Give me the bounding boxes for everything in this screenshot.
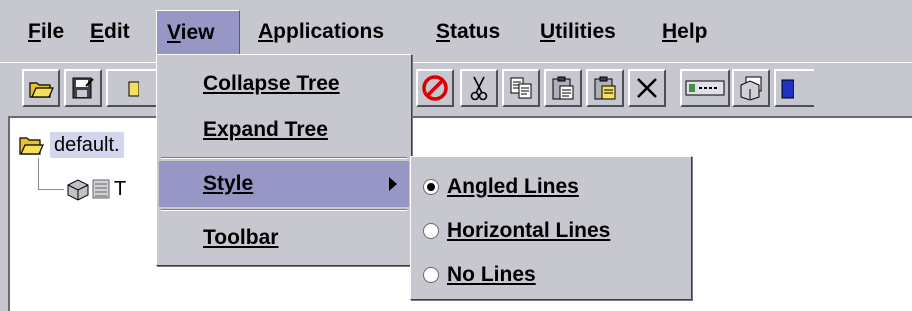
- style-submenu: Angled Lines Horizontal Lines No Lines: [410, 156, 692, 300]
- menu-file[interactable]: File: [18, 10, 74, 54]
- menu-file-label: ile: [40, 20, 65, 43]
- menu-item-toolbar[interactable]: Toolbar: [159, 215, 409, 261]
- menu-applications-label: pplications: [273, 20, 385, 43]
- copy-icon: [510, 77, 532, 99]
- menu-help-label: elp: [677, 20, 708, 43]
- menu-bar: File Edit View Applications Status Utili…: [0, 0, 912, 62]
- stop-icon: [422, 75, 448, 101]
- radio-unchecked-icon: [423, 267, 439, 283]
- menu-help-mnemonic: H: [662, 20, 678, 43]
- paste-special-icon: [594, 76, 616, 100]
- menu-status-mnemonic: S: [436, 20, 451, 43]
- menu-applications-mnemonic: A: [258, 20, 274, 43]
- open-button[interactable]: [22, 69, 60, 107]
- menu-utilities[interactable]: Utilities: [530, 10, 626, 54]
- submenu-arrow-icon: [389, 177, 397, 191]
- menu-item-collapse-tree[interactable]: Collapse Tree: [159, 61, 409, 107]
- submenu-item-horizontal-lines-label: Horizontal Lines: [447, 219, 611, 242]
- menu-file-mnemonic: F: [28, 20, 41, 43]
- submenu-item-horizontal-lines[interactable]: Horizontal Lines: [423, 209, 610, 253]
- save-icon: [72, 77, 94, 99]
- menu-view-mnemonic: V: [167, 21, 181, 44]
- menu-edit[interactable]: Edit: [80, 10, 140, 54]
- hidden-toolbar-button[interactable]: [106, 69, 158, 107]
- menu-applications[interactable]: Applications: [248, 10, 394, 54]
- paste-special-button[interactable]: [586, 69, 624, 107]
- cut-button[interactable]: [460, 69, 498, 107]
- delete-button[interactable]: [628, 69, 666, 107]
- copy-button[interactable]: [502, 69, 540, 107]
- device-icon: [685, 80, 725, 96]
- tree-connector-horizontal: [38, 189, 64, 190]
- menu-separator: [161, 209, 407, 211]
- tree-child-node[interactable]: T: [64, 176, 126, 202]
- menu-view[interactable]: View: [156, 10, 240, 54]
- tree-connector-vertical: [38, 158, 39, 190]
- menu-edit-label: dit: [104, 20, 130, 43]
- open-folder-icon: [19, 137, 44, 155]
- partial-folder-icon: [128, 81, 139, 97]
- toolbar: [0, 62, 912, 112]
- menu-view-label: iew: [180, 21, 215, 44]
- menu-utilities-mnemonic: U: [540, 20, 556, 43]
- device-button[interactable]: [680, 69, 730, 107]
- submenu-item-angled-lines[interactable]: Angled Lines: [423, 165, 579, 209]
- properties-icon: [740, 76, 762, 101]
- menu-edit-mnemonic: E: [90, 20, 105, 43]
- paste-button[interactable]: [544, 69, 582, 107]
- network-device-icon: [67, 179, 89, 201]
- clipped-toolbar-button[interactable]: [774, 69, 814, 107]
- view-menu-dropdown: Collapse Tree Expand Tree Style Toolbar: [156, 54, 412, 266]
- partial-blue-icon: [781, 79, 794, 99]
- save-button[interactable]: [64, 69, 102, 107]
- list-icon: [92, 179, 110, 199]
- radio-checked-icon: [423, 179, 439, 195]
- stop-button[interactable]: [416, 69, 454, 107]
- menu-utilities-label: tilities: [555, 20, 616, 43]
- properties-button[interactable]: [732, 69, 770, 107]
- menu-item-style-label: Style: [203, 172, 254, 195]
- tree-root-node[interactable]: default.: [18, 132, 124, 158]
- cut-icon: [470, 76, 488, 101]
- tree-child-label: T: [114, 177, 127, 200]
- tree-root-label: default.: [50, 132, 124, 158]
- menu-status[interactable]: Status: [426, 10, 510, 54]
- menu-item-expand-tree[interactable]: Expand Tree: [159, 107, 409, 153]
- submenu-item-no-lines[interactable]: No Lines: [423, 253, 536, 297]
- delete-icon: [637, 78, 657, 98]
- radio-unchecked-icon: [423, 223, 439, 239]
- menu-help[interactable]: Help: [652, 10, 718, 54]
- menu-status-label: tatus: [450, 20, 501, 43]
- open-folder-icon: [29, 82, 54, 98]
- menu-item-style[interactable]: Style: [159, 161, 409, 207]
- paste-icon: [552, 76, 574, 100]
- submenu-item-angled-lines-label: Angled Lines: [447, 175, 579, 198]
- submenu-item-no-lines-label: No Lines: [447, 263, 536, 286]
- menu-separator: [161, 157, 407, 159]
